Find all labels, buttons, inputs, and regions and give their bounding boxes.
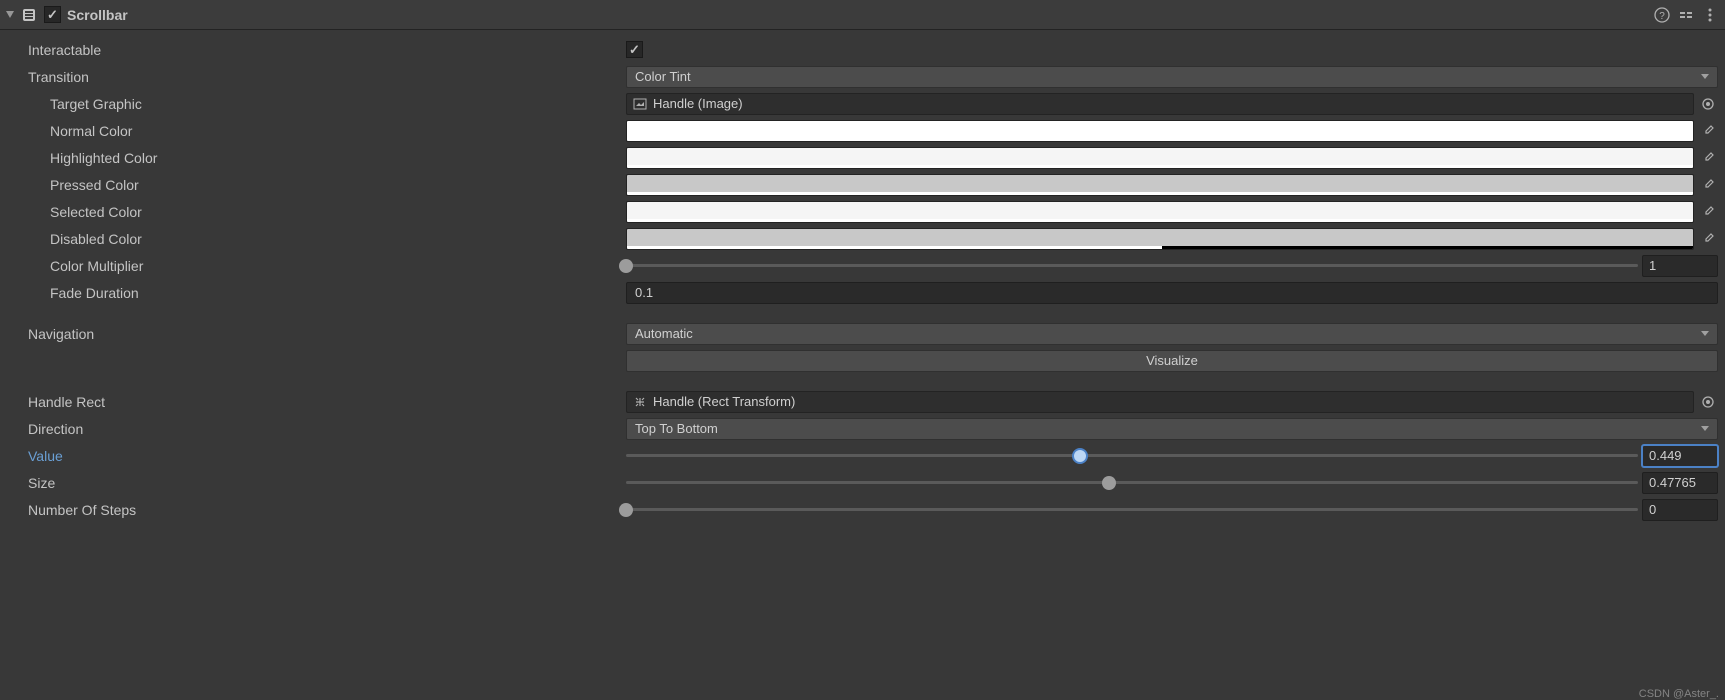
- normal-color-label: Normal Color: [28, 123, 622, 139]
- eyedropper-icon[interactable]: [1698, 229, 1718, 249]
- presets-icon[interactable]: [1677, 6, 1695, 24]
- visualize-row: Visualize: [0, 347, 1725, 374]
- handle-rect-row: Handle Rect Handle (Rect Transform): [0, 388, 1725, 415]
- transition-dropdown[interactable]: Color Tint: [626, 66, 1718, 88]
- normal-color-row: Normal Color: [0, 117, 1725, 144]
- component-enabled-checkbox[interactable]: [44, 6, 61, 23]
- number-of-steps-label: Number Of Steps: [28, 502, 622, 518]
- color-multiplier-slider[interactable]: [626, 255, 1638, 277]
- transition-label: Transition: [28, 69, 622, 85]
- rect-transform-icon: [633, 395, 647, 409]
- handle-rect-field[interactable]: Handle (Rect Transform): [626, 391, 1694, 413]
- selected-color-label: Selected Color: [28, 204, 622, 220]
- component-body: Interactable Transition Color Tint Targe…: [0, 30, 1725, 523]
- fade-duration-label: Fade Duration: [28, 285, 622, 301]
- object-picker-icon[interactable]: [1698, 94, 1718, 114]
- direction-value: Top To Bottom: [635, 421, 718, 436]
- number-of-steps-row: Number Of Steps 0: [0, 496, 1725, 523]
- handle-rect-value: Handle (Rect Transform): [653, 394, 795, 409]
- fade-duration-input[interactable]: 0.1: [626, 282, 1718, 304]
- pressed-color-swatch[interactable]: [626, 174, 1694, 196]
- navigation-value: Automatic: [635, 326, 693, 341]
- svg-text:?: ?: [1659, 11, 1665, 22]
- disabled-color-row: Disabled Color: [0, 225, 1725, 252]
- size-label: Size: [28, 475, 622, 491]
- help-icon[interactable]: ?: [1653, 6, 1671, 24]
- value-label: Value: [28, 448, 622, 464]
- disabled-color-label: Disabled Color: [28, 231, 622, 247]
- size-input[interactable]: 0.47765: [1642, 472, 1718, 494]
- fade-duration-row: Fade Duration 0.1: [0, 279, 1725, 306]
- component-icon: [20, 6, 38, 24]
- target-graphic-field[interactable]: Handle (Image): [626, 93, 1694, 115]
- component-header: Scrollbar ?: [0, 0, 1725, 30]
- value-input[interactable]: 0.449: [1642, 445, 1718, 467]
- pressed-color-label: Pressed Color: [28, 177, 622, 193]
- pressed-color-row: Pressed Color: [0, 171, 1725, 198]
- eyedropper-icon[interactable]: [1698, 202, 1718, 222]
- interactable-label: Interactable: [28, 42, 622, 58]
- navigation-label: Navigation: [28, 326, 622, 342]
- more-icon[interactable]: [1701, 6, 1719, 24]
- color-multiplier-label: Color Multiplier: [28, 258, 622, 274]
- navigation-dropdown[interactable]: Automatic: [626, 323, 1718, 345]
- highlighted-color-swatch[interactable]: [626, 147, 1694, 169]
- selected-color-swatch[interactable]: [626, 201, 1694, 223]
- object-picker-icon[interactable]: [1698, 392, 1718, 412]
- interactable-row: Interactable: [0, 36, 1725, 63]
- image-icon: [633, 97, 647, 111]
- navigation-row: Navigation Automatic: [0, 320, 1725, 347]
- transition-row: Transition Color Tint: [0, 63, 1725, 90]
- chevron-down-icon: [1701, 331, 1709, 336]
- foldout-toggle[interactable]: [6, 11, 14, 18]
- target-graphic-value: Handle (Image): [653, 96, 743, 111]
- target-graphic-label: Target Graphic: [28, 96, 622, 112]
- selected-color-row: Selected Color: [0, 198, 1725, 225]
- direction-label: Direction: [28, 421, 622, 437]
- interactable-checkbox[interactable]: [626, 41, 643, 58]
- number-of-steps-input[interactable]: 0: [1642, 499, 1718, 521]
- normal-color-swatch[interactable]: [626, 120, 1694, 142]
- visualize-button[interactable]: Visualize: [626, 350, 1718, 372]
- size-row: Size 0.47765: [0, 469, 1725, 496]
- eyedropper-icon[interactable]: [1698, 175, 1718, 195]
- chevron-down-icon: [1701, 74, 1709, 79]
- component-title: Scrollbar: [67, 7, 128, 23]
- handle-rect-label: Handle Rect: [28, 394, 622, 410]
- target-graphic-row: Target Graphic Handle (Image): [0, 90, 1725, 117]
- eyedropper-icon[interactable]: [1698, 148, 1718, 168]
- highlighted-color-label: Highlighted Color: [28, 150, 622, 166]
- highlighted-color-row: Highlighted Color: [0, 144, 1725, 171]
- watermark: CSDN @Aster_.: [1639, 688, 1719, 700]
- transition-value: Color Tint: [635, 69, 691, 84]
- number-of-steps-slider[interactable]: [626, 499, 1638, 521]
- disabled-color-swatch[interactable]: [626, 228, 1694, 250]
- color-multiplier-row: Color Multiplier 1: [0, 252, 1725, 279]
- color-multiplier-value[interactable]: 1: [1642, 255, 1718, 277]
- chevron-down-icon: [1701, 426, 1709, 431]
- direction-row: Direction Top To Bottom: [0, 415, 1725, 442]
- value-row: Value 0.449: [0, 442, 1725, 469]
- size-slider[interactable]: [626, 472, 1638, 494]
- eyedropper-icon[interactable]: [1698, 121, 1718, 141]
- value-slider[interactable]: [626, 445, 1638, 467]
- direction-dropdown[interactable]: Top To Bottom: [626, 418, 1718, 440]
